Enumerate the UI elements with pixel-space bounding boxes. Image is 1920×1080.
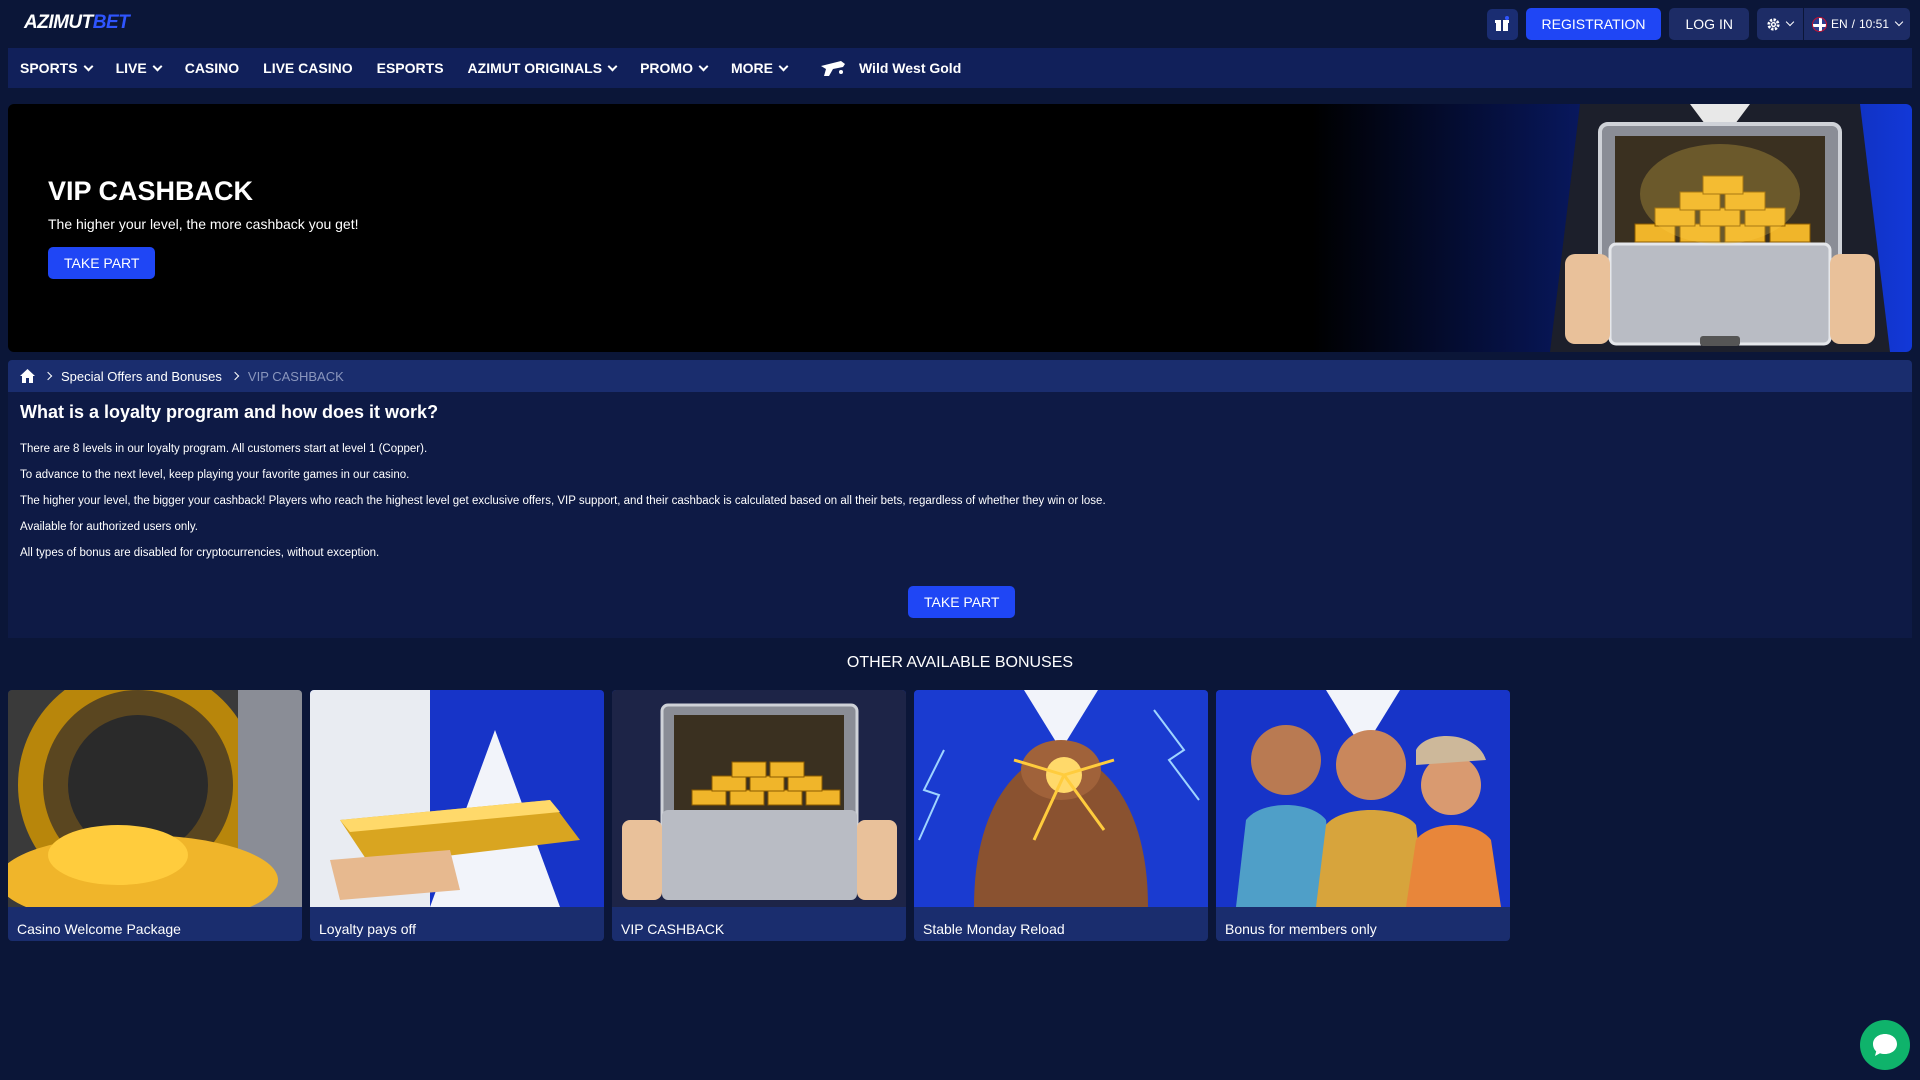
briefcase-gold-image	[612, 690, 906, 907]
chat-button[interactable]	[1860, 1020, 1910, 1070]
chevron-down-icon	[83, 61, 94, 71]
bonus-card-loyalty[interactable]: Loyalty pays off	[310, 690, 604, 941]
chevron-down-icon	[698, 61, 709, 71]
nav-special-label: Wild West Gold	[858, 60, 962, 76]
vault-coins-image	[8, 690, 302, 925]
card-label: Bonus for members only	[1225, 921, 1377, 937]
card-label: Stable Monday Reload	[923, 921, 1065, 937]
gift-button[interactable]	[1486, 8, 1518, 40]
language-label: EN	[1830, 17, 1848, 31]
bonus-cards: Casino Welcome Package Loyalty pays off	[8, 690, 1510, 941]
nav-item-casino[interactable]: CASINO	[185, 60, 239, 76]
registration-button[interactable]: REGISTRATION	[1525, 8, 1662, 40]
gear-icon	[1767, 17, 1781, 31]
main-nav: SPORTS LIVE CASINO LIVE CASINO ESPORTS A…	[8, 48, 1912, 88]
content-paragraph: The higher your level, the bigger your c…	[20, 495, 1106, 507]
nav-label: AZIMUT ORIGINALS	[467, 60, 603, 76]
nav-label: MORE	[730, 60, 773, 76]
hero-title: VIP CASHBACK	[48, 176, 254, 206]
home-icon[interactable]	[20, 369, 35, 383]
nav-label: SPORTS	[20, 60, 78, 76]
chevron-down-icon	[778, 61, 789, 71]
breadcrumb-parent-link[interactable]: Special Offers and Bonuses	[61, 369, 222, 384]
nav-label: PROMO	[640, 60, 693, 76]
logo-accent: BET	[92, 12, 130, 33]
nav-label: LIVE	[115, 60, 147, 76]
settings-button[interactable]	[1756, 8, 1803, 40]
content-paragraph: Available for authorized users only.	[20, 521, 198, 533]
pistol-icon	[820, 61, 845, 76]
gift-icon	[1495, 16, 1510, 31]
nav-label: ESPORTS	[376, 60, 444, 76]
chat-bubble-icon	[1873, 1034, 1897, 1056]
site-logo[interactable]: AZIMUTBET	[24, 12, 130, 34]
content-paragraph: To advance to the next level, keep playi…	[20, 469, 410, 481]
bonus-card-casino-welcome[interactable]: Casino Welcome Package	[8, 690, 302, 941]
bonus-card-members-only[interactable]: Bonus for members only	[1216, 690, 1510, 941]
nav-item-live[interactable]: LIVE	[115, 60, 163, 76]
content-paragraph: All types of bonus are disabled for cryp…	[20, 547, 380, 559]
nav-item-promo[interactable]: PROMO	[640, 60, 709, 76]
breadcrumb-separator-icon	[43, 371, 53, 381]
card-label: Loyalty pays off	[319, 921, 417, 937]
loyalty-content: What is a loyalty program and how does i…	[8, 392, 1912, 638]
muscle-lightning-image	[914, 690, 1208, 907]
nav-label: CASINO	[184, 60, 240, 76]
hero-take-part-button[interactable]: TAKE PART	[48, 247, 156, 279]
breadcrumb-current: VIP CASHBACK	[247, 368, 344, 384]
nav-item-esports[interactable]: ESPORTS	[377, 60, 444, 76]
bonus-card-monday-reload[interactable]: Stable Monday Reload	[914, 690, 1208, 941]
breadcrumb: Special Offers and Bonuses VIP CASHBACK	[8, 360, 1912, 392]
top-bar: AZIMUTBET REGISTRATION LOG IN EN / 10:51	[0, 0, 1920, 48]
language-time-button[interactable]: EN / 10:51	[1803, 8, 1910, 40]
nav-item-live-casino[interactable]: LIVE CASINO	[263, 60, 352, 76]
card-label: VIP CASHBACK	[621, 921, 725, 937]
clock-time: 10:51	[1858, 17, 1889, 31]
top-actions: REGISTRATION LOG IN EN / 10:51	[1486, 8, 1910, 40]
logo-main: AZIMUT	[24, 12, 93, 33]
friends-group-image	[1216, 690, 1510, 907]
nav-item-more[interactable]: MORE	[730, 60, 789, 76]
chevron-down-icon	[1894, 17, 1904, 27]
nav-item-wild-west-gold[interactable]: Wild West Gold	[819, 58, 961, 78]
other-bonuses-title: OTHER AVAILABLE BONUSES	[846, 654, 1074, 671]
login-button[interactable]: LOG IN	[1669, 8, 1749, 40]
chevron-down-icon	[607, 61, 618, 71]
time-separator: /	[1851, 17, 1855, 31]
content-take-part-button[interactable]: TAKE PART	[908, 586, 1016, 618]
gold-bar-hand-image	[310, 690, 604, 907]
briefcase-gold-illustration	[1550, 104, 1890, 352]
bonus-card-vip-cashback[interactable]: VIP CASHBACK	[612, 690, 906, 941]
uk-flag-icon	[1811, 16, 1827, 32]
hero-banner: VIP CASHBACK The higher your level, the …	[8, 104, 1912, 352]
nav-item-sports[interactable]: SPORTS	[20, 60, 94, 76]
hero-subtitle: The higher your level, the more cashback…	[48, 216, 359, 232]
nav-label: LIVE CASINO	[263, 60, 353, 76]
content-paragraph: There are 8 levels in our loyalty progra…	[20, 443, 428, 455]
card-label: Casino Welcome Package	[17, 921, 181, 937]
breadcrumb-separator-icon	[230, 371, 240, 381]
chevron-down-icon	[152, 61, 163, 71]
chevron-down-icon	[1786, 17, 1795, 27]
content-heading: What is a loyalty program and how does i…	[20, 402, 439, 422]
nav-item-azimut-originals[interactable]: AZIMUT ORIGINALS	[467, 60, 618, 76]
